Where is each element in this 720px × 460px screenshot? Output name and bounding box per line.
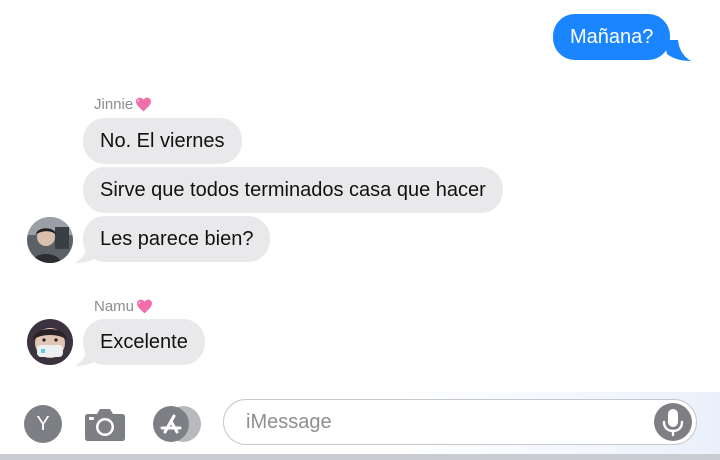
heart-emoji-icon	[137, 299, 153, 314]
app-drawer-letter: Y	[36, 413, 50, 435]
message-input[interactable]	[244, 400, 648, 445]
incoming-message-text: Excelente	[100, 331, 188, 353]
keyboard-edge	[0, 454, 720, 460]
heart-emoji-icon	[136, 97, 152, 112]
outgoing-message-bubble[interactable]: Mañana?	[553, 14, 671, 60]
outgoing-message-text: Mañana?	[570, 26, 654, 48]
sender-name-namu: Namu	[94, 298, 153, 315]
avatar-namu[interactable]	[27, 319, 73, 365]
sender-label: Namu	[94, 298, 135, 315]
microphone-icon	[662, 409, 684, 437]
incoming-message-text: Les parece bien?	[100, 228, 254, 250]
incoming-message-bubble[interactable]: Les parece bien?	[83, 216, 271, 262]
app-drawer-button[interactable]: Y	[24, 405, 62, 443]
incoming-message-text: No. El viernes	[100, 130, 225, 152]
incoming-message-text: Sirve que todos terminados casa que hace…	[100, 179, 486, 201]
outgoing-bubble-tail	[664, 40, 691, 61]
avatar-jinnie[interactable]	[27, 217, 73, 263]
incoming-message-bubble[interactable]: No. El viernes	[83, 118, 242, 164]
avatar-photo	[27, 217, 73, 263]
incoming-message-bubble[interactable]: Sirve que todos terminados casa que hace…	[83, 167, 503, 213]
app-store-icon[interactable]	[151, 405, 203, 443]
avatar-photo	[27, 319, 73, 365]
sender-label: Jinnie	[94, 96, 134, 113]
camera-icon[interactable]	[84, 406, 126, 442]
incoming-bubble-tail	[75, 242, 102, 263]
sender-name-jinnie: Jinnie	[94, 96, 152, 113]
incoming-bubble-tail	[75, 345, 102, 366]
microphone-button[interactable]	[654, 403, 692, 441]
message-field[interactable]	[223, 399, 697, 445]
